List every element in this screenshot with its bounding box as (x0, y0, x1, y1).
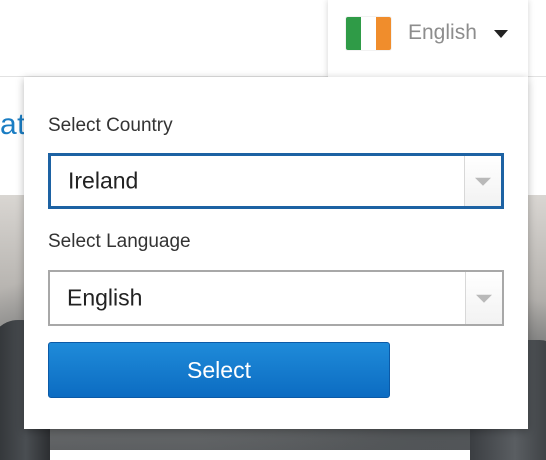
country-select-value: Ireland (68, 167, 139, 194)
country-select[interactable]: Ireland (48, 153, 504, 209)
flag-green-stripe (346, 17, 361, 50)
ireland-flag-icon (346, 17, 391, 50)
language-select[interactable]: English (48, 270, 504, 326)
caret-down-icon (494, 30, 508, 38)
language-label: Select Language (48, 231, 191, 252)
language-select-arrow-button[interactable] (465, 272, 502, 324)
chevron-down-icon (475, 177, 491, 186)
language-select-value: English (67, 284, 143, 311)
chevron-down-icon (476, 294, 492, 303)
flag-orange-stripe (376, 17, 391, 50)
select-button[interactable]: Select (48, 342, 390, 398)
flag-white-stripe (361, 17, 376, 50)
page-heading-fragment: at (0, 108, 27, 141)
language-menu-toggle[interactable]: English (328, 0, 528, 86)
country-select-arrow-button[interactable] (464, 156, 501, 206)
country-label: Select Country (48, 115, 173, 136)
country-language-dropdown: Select Country Ireland Select Language E… (24, 77, 528, 429)
current-language-label: English (408, 21, 477, 44)
